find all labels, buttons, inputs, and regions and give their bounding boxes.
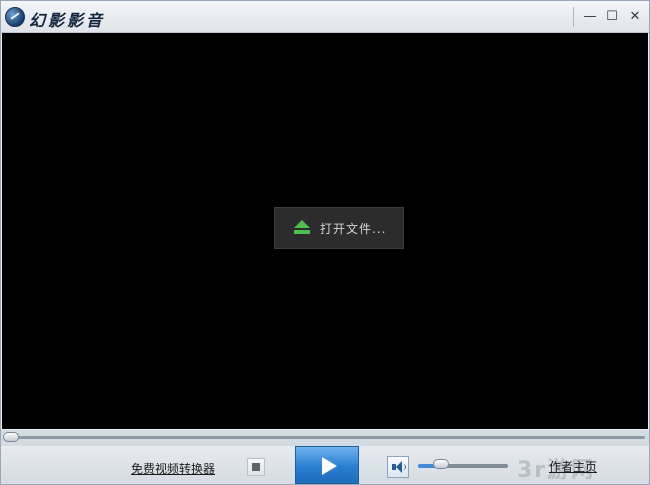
video-converter-link[interactable]: 免费视频转换器 — [131, 460, 215, 477]
app-title: 幻影影音 — [29, 11, 106, 30]
eject-icon — [294, 220, 310, 236]
open-file-button[interactable]: 打开文件... — [274, 207, 404, 249]
close-button[interactable]: ✕ — [626, 8, 644, 26]
titlebar-separator — [573, 7, 574, 27]
open-file-label: 打开文件... — [320, 222, 387, 236]
volume-slider[interactable] — [418, 464, 508, 468]
minimize-button[interactable]: — — [581, 8, 599, 26]
app-logo-icon — [5, 7, 25, 27]
maximize-button[interactable]: ☐ — [603, 8, 621, 26]
speaker-icon[interactable] — [387, 456, 409, 478]
title-bar[interactable]: 幻影影音 — ☐ ✕ — [1, 1, 649, 33]
video-area[interactable]: 打开文件... — [2, 33, 648, 429]
seek-thumb[interactable] — [3, 432, 19, 442]
control-bar: 免费视频转换器 3r游网 作者主页 — [1, 446, 649, 484]
volume-thumb[interactable] — [432, 459, 449, 469]
seek-track[interactable] — [4, 436, 645, 439]
player-window: 幻影影音 — ☐ ✕ 打开文件... 免费视频转换器 3r游网 作者主页 — [0, 0, 650, 485]
seek-bar[interactable] — [1, 430, 649, 446]
author-homepage-link[interactable]: 作者主页 — [549, 458, 597, 475]
stop-button[interactable] — [247, 458, 265, 476]
play-button[interactable] — [295, 446, 359, 484]
